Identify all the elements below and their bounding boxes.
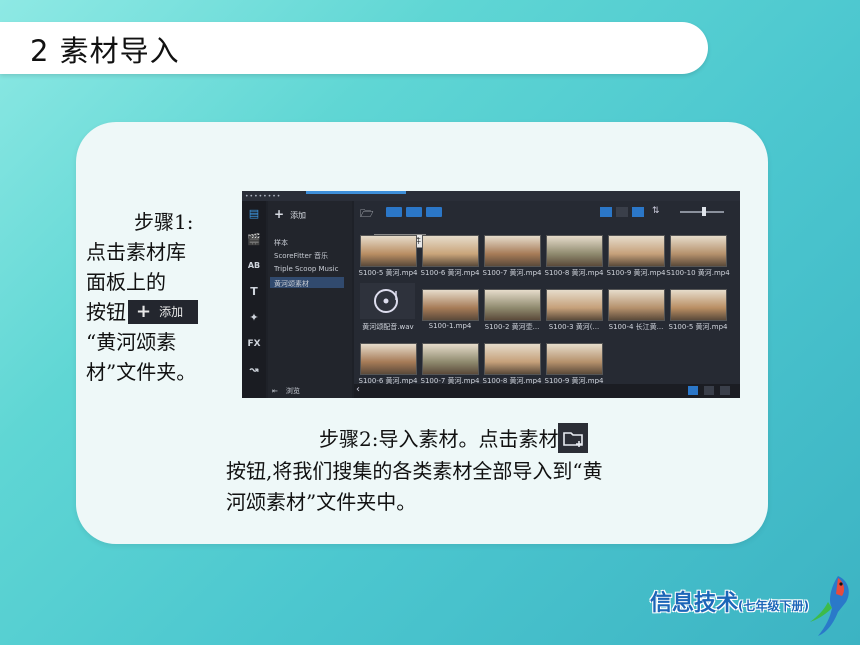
video-thumbnail[interactable] [422, 289, 479, 321]
step1-line: 面板上的 [86, 270, 166, 294]
audio-file-thumbnail[interactable] [360, 283, 415, 319]
media-icon[interactable]: ▤ [246, 207, 262, 221]
title-icon[interactable]: AB [246, 259, 262, 273]
video-thumbnail[interactable] [670, 235, 727, 267]
library-panel: + 添加 样本 ScoreFitter 音乐 Triple Scoop Music… [268, 201, 352, 398]
video-editor-screenshot: •••••••• ▤ 🎬 AB T ✦ FX ↝ + 添加 样本 ScoreFit… [242, 191, 740, 398]
slider-knob[interactable] [702, 207, 706, 216]
instant-project-icon[interactable]: 🎬 [246, 233, 262, 247]
thumbnail-caption: S100-2 黄河壶... [484, 323, 540, 331]
path-icon[interactable]: ↝ [246, 363, 262, 377]
library-add-button[interactable]: + 添加 [274, 207, 306, 221]
video-thumbnail[interactable] [484, 343, 541, 375]
parrot-logo-icon [810, 576, 849, 636]
thumbnail-caption: S100-3 黄河(... [548, 323, 600, 331]
thumbnail-caption: S100-10 黄河.mp4 [666, 269, 730, 277]
video-filter-button[interactable] [386, 207, 402, 217]
audio-filter-button[interactable] [426, 207, 442, 217]
video-thumbnail[interactable] [360, 235, 417, 267]
step1-line-with-button: 按钮 + 添加 [86, 297, 221, 327]
import-folder-icon[interactable]: 🗁 [360, 205, 374, 220]
editor-top-bar: •••••••• [242, 191, 740, 201]
footer-view-button[interactable] [688, 386, 698, 395]
video-thumbnail[interactable] [546, 289, 603, 321]
library-item[interactable]: ScoreFitter 音乐 [274, 251, 328, 261]
step1-line: 点击素材库 [86, 240, 186, 264]
step1-line: “黄河颂素 [86, 330, 177, 354]
video-thumbnail[interactable] [608, 235, 665, 267]
text-icon[interactable]: T [246, 285, 262, 299]
step1-line: 材”文件夹。 [86, 360, 197, 384]
title-bar: 2 素材导入 [0, 22, 708, 74]
library-item[interactable]: 样本 [274, 238, 288, 248]
thumbnail-caption: S100-7 黄河.mp4 [482, 269, 542, 277]
thumbnail-caption: S100-5 黄河.mp4 [668, 323, 728, 331]
list-view-button[interactable] [616, 207, 628, 217]
add-button-illustration: + 添加 [128, 299, 198, 324]
footer-view-button[interactable] [704, 386, 714, 395]
media-grid-area: 🗁 导入媒体文件 ⇅ S100-5 黄河.mp4S100-6 黄河.mp4S10… [354, 201, 740, 398]
step1-text: 步骤1: 点击素材库 面板上的 按钮 + 添加 “黄河颂素 材”文件夹。 [86, 207, 221, 387]
thumbnail-caption: S100-8 黄河.mp4 [544, 269, 604, 277]
collapse-icon[interactable]: ‹ [356, 384, 360, 395]
thumbnail-view-button[interactable] [600, 207, 612, 217]
video-thumbnail[interactable] [422, 235, 479, 267]
thumbnail-caption: S100-6 黄河.mp4 [420, 269, 480, 277]
video-thumbnail[interactable] [670, 289, 727, 321]
video-thumbnail[interactable] [608, 289, 665, 321]
video-thumbnail[interactable] [422, 343, 479, 375]
step1-line: 步骤1: [134, 210, 194, 234]
step2-line: 河颂素材”文件夹中。 [226, 489, 417, 514]
video-thumbnail[interactable] [546, 343, 603, 375]
textbook-logo: 信息技术(七年级下册) [650, 591, 809, 616]
sort-icon[interactable]: ⇅ [652, 206, 660, 216]
browse-icon: ⇤ [272, 387, 278, 395]
video-thumbnail[interactable] [360, 343, 417, 375]
grid-view-button[interactable] [632, 207, 644, 217]
browse-button[interactable]: ⇤ 浏览 [272, 386, 300, 396]
library-item[interactable]: Triple Scoop Music [274, 265, 338, 273]
thumbnail-caption: S100-9 黄河.mp4 [606, 269, 666, 277]
photo-filter-button[interactable] [406, 207, 422, 217]
editor-footer: ‹ [354, 384, 740, 398]
thumbnail-caption: S100-1.mp4 [428, 322, 472, 330]
thumbnail-caption: S100-4 长江黄... [608, 323, 664, 331]
editor-left-toolbar: ▤ 🎬 AB T ✦ FX ↝ [242, 201, 266, 398]
import-folder-icon-illustration [558, 422, 589, 453]
thumbnail-caption: 黄河颂配音.wav [362, 323, 414, 331]
transition-icon[interactable]: ✦ [246, 311, 262, 325]
video-thumbnail[interactable] [484, 289, 541, 321]
fx-icon[interactable]: FX [246, 337, 262, 351]
plus-icon: + [136, 301, 152, 322]
video-thumbnail[interactable] [484, 235, 541, 267]
footer-edit-button[interactable] [720, 386, 730, 395]
thumbnail-caption: S100-5 黄河.mp4 [358, 269, 418, 277]
library-item-selected[interactable]: 黄河颂素材 [274, 279, 309, 289]
step2-text: 步骤2:导入素材。点击素材 按钮,将我们搜集的各类素材全部导入到“黄 河颂素材”… [226, 422, 706, 518]
plus-icon: + [274, 207, 285, 221]
slide-title: 2 素材导入 [30, 34, 180, 68]
video-thumbnail[interactable] [546, 235, 603, 267]
step2-line: 步骤2:导入素材。点击素材 [226, 422, 706, 456]
step2-line: 按钮,将我们搜集的各类素材全部导入到“黄 [226, 458, 603, 483]
